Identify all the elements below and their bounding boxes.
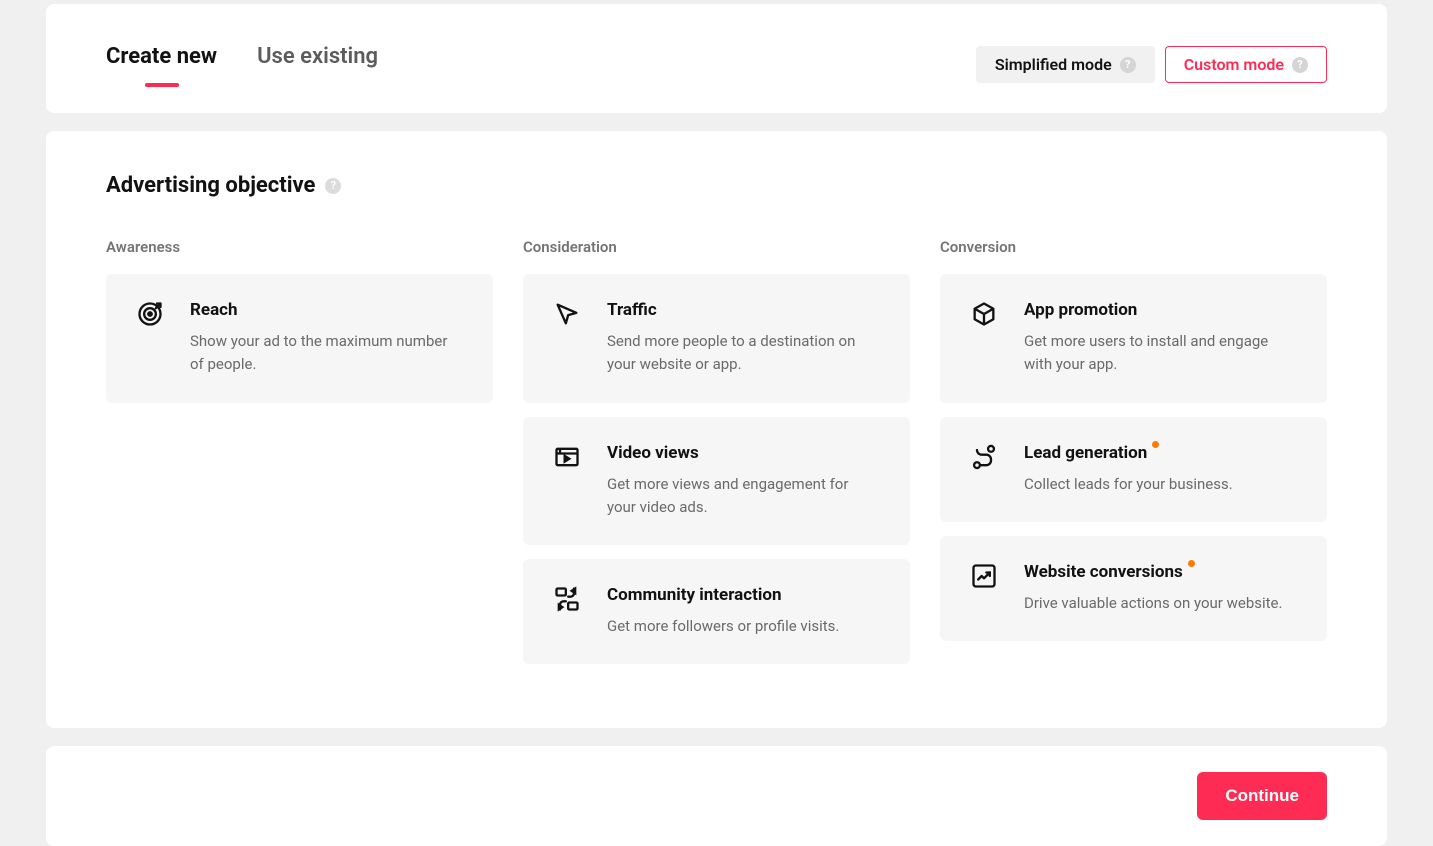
card-body: Website conversions Drive valuable actio… [1024,562,1282,615]
help-icon[interactable]: ? [325,178,341,194]
section-title-row: Advertising objective ? [106,173,1327,198]
section-title: Advertising objective [106,173,315,198]
objective-title: Reach [190,300,238,320]
objective-card-video-views[interactable]: Video views Get more views and engagemen… [523,417,910,546]
route-icon [970,443,998,471]
community-icon [553,585,581,613]
tab-create-new[interactable]: Create new [106,44,217,85]
column-header-conversion: Conversion [940,238,1327,256]
target-icon [136,300,164,328]
custom-mode-button[interactable]: Custom mode ? [1165,46,1327,83]
card-body: App promotion Get more users to install … [1024,300,1297,377]
objective-title: Community interaction [607,585,782,605]
new-indicator-dot [1152,441,1159,448]
objective-card-lead-generation[interactable]: Lead generation Collect leads for your b… [940,417,1327,522]
objective-title: Traffic [607,300,657,320]
column-conversion: Conversion App promotion Get more users … [940,238,1327,678]
tab-use-existing[interactable]: Use existing [257,44,378,85]
objective-card-app-promotion[interactable]: App promotion Get more users to install … [940,274,1327,403]
objective-title: Lead generation [1024,443,1147,463]
card-body: Reach Show your ad to the maximum number… [190,300,463,377]
column-consideration: Consideration Traffic Send more people t… [523,238,910,678]
help-icon[interactable]: ? [1292,57,1308,73]
objective-card-website-conversions[interactable]: Website conversions Drive valuable actio… [940,536,1327,641]
help-icon[interactable]: ? [1120,57,1136,73]
simplified-mode-label: Simplified mode [995,55,1112,74]
cube-icon [970,300,998,328]
objective-description: Collect leads for your business. [1024,473,1233,496]
footer-panel: Continue [46,746,1387,846]
mode-toggle: Simplified mode ? Custom mode ? [976,46,1327,83]
simplified-mode-button[interactable]: Simplified mode ? [976,46,1155,83]
column-header-awareness: Awareness [106,238,493,256]
objective-title: Website conversions [1024,562,1183,582]
objective-card-reach[interactable]: Reach Show your ad to the maximum number… [106,274,493,403]
campaign-tabs: Create new Use existing [106,44,378,85]
objective-title: Video views [607,443,699,463]
objective-title: App promotion [1024,300,1137,320]
video-icon [553,443,581,471]
cursor-icon [553,300,581,328]
card-body: Video views Get more views and engagemen… [607,443,880,520]
continue-button[interactable]: Continue [1197,772,1327,820]
new-indicator-dot [1188,560,1195,567]
advertising-objective-panel: Advertising objective ? Awareness Reach … [46,131,1387,728]
column-header-consideration: Consideration [523,238,910,256]
column-awareness: Awareness Reach Show your ad to the maxi… [106,238,493,678]
card-body: Traffic Send more people to a destinatio… [607,300,880,377]
chart-up-icon [970,562,998,590]
objective-description: Get more views and engagement for your v… [607,473,880,520]
card-body: Community interaction Get more followers… [607,585,839,638]
objective-columns: Awareness Reach Show your ad to the maxi… [106,238,1327,678]
campaign-type-panel: Create new Use existing Simplified mode … [46,4,1387,113]
custom-mode-label: Custom mode [1184,55,1284,74]
objective-description: Drive valuable actions on your website. [1024,592,1282,615]
objective-description: Get more users to install and engage wit… [1024,330,1297,377]
objective-card-traffic[interactable]: Traffic Send more people to a destinatio… [523,274,910,403]
objective-description: Send more people to a destination on you… [607,330,880,377]
objective-card-community-interaction[interactable]: Community interaction Get more followers… [523,559,910,664]
objective-description: Show your ad to the maximum number of pe… [190,330,463,377]
objective-description: Get more followers or profile visits. [607,615,839,638]
card-body: Lead generation Collect leads for your b… [1024,443,1233,496]
